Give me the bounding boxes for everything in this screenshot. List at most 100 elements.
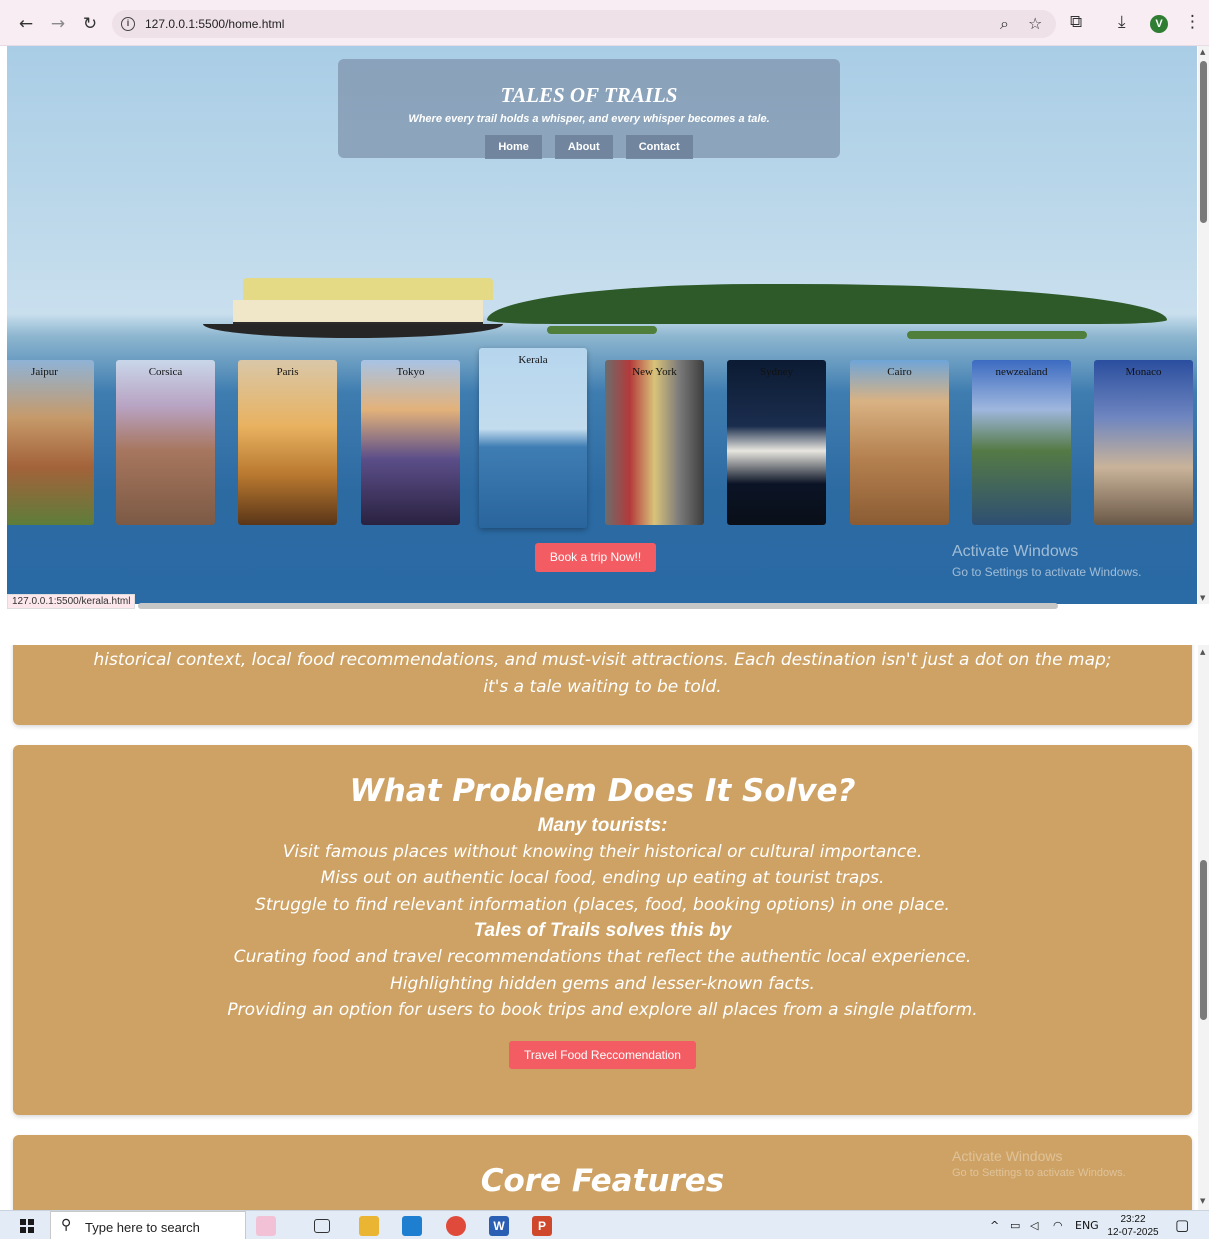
destination-card-paris[interactable]: Paris <box>238 360 337 525</box>
language-indicator[interactable]: ENG <box>1075 1219 1099 1232</box>
tray-chevron-icon[interactable]: ^ <box>990 1219 999 1232</box>
boat-body <box>233 300 483 326</box>
link-status-bar: 127.0.0.1:5500/kerala.html <box>7 594 136 609</box>
problem-heading: Many tourists: <box>537 815 668 836</box>
destination-label: Kerala <box>518 354 548 366</box>
background-island <box>487 284 1167 324</box>
destination-card-corsica[interactable]: Corsica <box>116 360 215 525</box>
destination-card-sydney[interactable]: Sydney <box>727 360 826 525</box>
background-grass <box>907 331 1087 339</box>
cupcake-icon[interactable] <box>256 1216 276 1236</box>
problem-point: Struggle to find relevant information (p… <box>255 895 950 915</box>
nav-contact[interactable]: Contact <box>625 135 693 159</box>
scroll-down-arrow-icon[interactable]: ▼ <box>1200 1197 1205 1205</box>
clock-date: 12-07-2025 <box>1107 1227 1159 1238</box>
destination-label: Monaco <box>1125 366 1162 378</box>
task-view-icon[interactable] <box>314 1219 330 1233</box>
solution-point: Highlighting hidden gems and lesser-know… <box>390 974 815 994</box>
clock-time: 23:22 <box>1120 1214 1146 1225</box>
destination-card-monaco[interactable]: Monaco <box>1094 360 1193 525</box>
houseboat-image <box>203 278 523 340</box>
back-icon[interactable]: ← <box>14 12 38 36</box>
activate-windows-watermark: Activate Windows Go to Settings to activ… <box>952 543 1141 579</box>
solution-heading: Tales of Trails solves this by <box>473 920 732 941</box>
scrollbar-thumb[interactable] <box>1200 860 1207 1020</box>
destination-card-tokyo[interactable]: Tokyo <box>361 360 460 525</box>
hero-section: TALES OF TRAILS Where every trail holds … <box>7 46 1197 604</box>
download-icon[interactable]: ⤓ <box>1118 12 1126 32</box>
travel-food-button[interactable]: Travel Food Reccomendation <box>509 1041 696 1069</box>
destination-carousel: Jaipur Corsica Paris Tokyo Kerala New Yo… <box>7 348 1197 530</box>
destination-card-kerala[interactable]: Kerala <box>479 348 587 528</box>
destination-label: Jaipur <box>31 366 58 378</box>
about-panel: historical context, local food recommend… <box>13 645 1192 725</box>
url-text[interactable]: 127.0.0.1:5500/home.html <box>145 17 284 31</box>
windows-taskbar: ⚲ Type here to search W P ^ ▭ ◁ ◠ ENG 23… <box>0 1210 1209 1239</box>
activate-subtitle: Go to Settings to activate Windows. <box>952 565 1142 579</box>
problem-point: Miss out on authentic local food, ending… <box>320 868 885 888</box>
background-grass <box>547 326 657 334</box>
scroll-down-arrow-icon[interactable]: ▼ <box>1200 594 1205 602</box>
browser-toolbar: ← → ↻ i 127.0.0.1:5500/home.html ⌕ ☆ ⧉ ⤓… <box>0 0 1209 46</box>
chrome-icon[interactable] <box>446 1216 466 1236</box>
volume-icon[interactable]: ◁ <box>1030 1219 1038 1232</box>
destination-label: Sydney <box>760 366 793 378</box>
windows-start-icon[interactable] <box>20 1219 34 1233</box>
file-explorer-icon[interactable] <box>359 1216 379 1236</box>
taskbar-clock[interactable]: 23:22 12-07-2025 <box>1103 1213 1163 1239</box>
book-trip-button[interactable]: Book a trip Now!! <box>535 543 656 572</box>
taskbar-search[interactable]: ⚲ Type here to search <box>50 1211 246 1239</box>
destination-label: Tokyo <box>396 366 425 378</box>
nav-home[interactable]: Home <box>485 135 542 159</box>
search-placeholder: Type here to search <box>85 1220 200 1235</box>
notification-icon[interactable]: ▢ <box>1175 1216 1189 1234</box>
powerpoint-icon[interactable]: P <box>532 1216 552 1236</box>
scrollbar-thumb[interactable] <box>1200 61 1207 223</box>
boat-roof <box>243 278 493 300</box>
scroll-up-arrow-icon[interactable]: ▲ <box>1200 648 1205 656</box>
destination-card-jaipur[interactable]: Jaipur <box>7 360 94 525</box>
search-icon: ⚲ <box>61 1217 72 1233</box>
activate-windows-watermark: Activate Windows Go to Settings to activ… <box>952 1148 1126 1179</box>
destination-card-cairo[interactable]: Cairo <box>850 360 949 525</box>
forward-icon[interactable]: → <box>46 12 70 36</box>
solution-point: Providing an option for users to book tr… <box>227 1000 978 1020</box>
destination-card-newzealand[interactable]: newzealand <box>972 360 1071 525</box>
info-icon[interactable]: i <box>121 17 135 31</box>
hero-header: TALES OF TRAILS Where every trail holds … <box>338 59 840 159</box>
destination-label: Corsica <box>148 366 183 378</box>
zoom-icon[interactable]: ⌕ <box>1000 14 1009 34</box>
activate-title: Activate Windows <box>952 543 1079 560</box>
destination-card-new-york[interactable]: New York <box>605 360 704 525</box>
profile-avatar[interactable]: V <box>1150 15 1168 33</box>
about-line: it's a tale waiting to be told. <box>483 677 722 697</box>
wifi-icon[interactable]: ◠ <box>1053 1219 1063 1232</box>
site-title: TALES OF TRAILS <box>500 83 678 107</box>
content-section: historical context, local food recommend… <box>0 645 1197 1210</box>
vertical-scrollbar[interactable]: ▲ ▼ <box>1198 46 1209 604</box>
vscode-icon[interactable] <box>402 1216 422 1236</box>
scroll-up-arrow-icon[interactable]: ▲ <box>1200 48 1205 56</box>
word-icon[interactable]: W <box>489 1216 509 1236</box>
problem-point: Visit famous places without knowing thei… <box>282 842 923 862</box>
battery-icon[interactable]: ▭ <box>1010 1219 1020 1232</box>
menu-icon[interactable]: ⋮ <box>1184 12 1201 32</box>
main-nav: Home About Contact <box>338 135 840 159</box>
boat-hull <box>203 324 503 338</box>
problem-title: What Problem Does It Solve? <box>349 773 856 809</box>
screen: ← → ↻ i 127.0.0.1:5500/home.html ⌕ ☆ ⧉ ⤓… <box>0 0 1209 1239</box>
address-bar[interactable]: i 127.0.0.1:5500/home.html ⌕ ☆ <box>112 10 1056 38</box>
horizontal-scrollbar[interactable] <box>138 603 1058 609</box>
nav-about[interactable]: About <box>554 135 613 159</box>
about-line: historical context, local food recommend… <box>93 650 1112 670</box>
destination-label: New York <box>632 366 677 378</box>
vertical-scrollbar[interactable]: ▲ ▼ <box>1198 645 1209 1210</box>
activate-subtitle: Go to Settings to activate Windows. <box>952 1167 1126 1179</box>
destination-label: Cairo <box>887 366 912 378</box>
destination-label: newzealand <box>995 366 1048 378</box>
star-icon[interactable]: ☆ <box>1028 14 1042 33</box>
extensions-icon[interactable]: ⧉ <box>1070 12 1082 32</box>
activate-title: Activate Windows <box>952 1148 1063 1164</box>
reload-icon[interactable]: ↻ <box>78 12 102 36</box>
destination-label: Paris <box>276 366 299 378</box>
